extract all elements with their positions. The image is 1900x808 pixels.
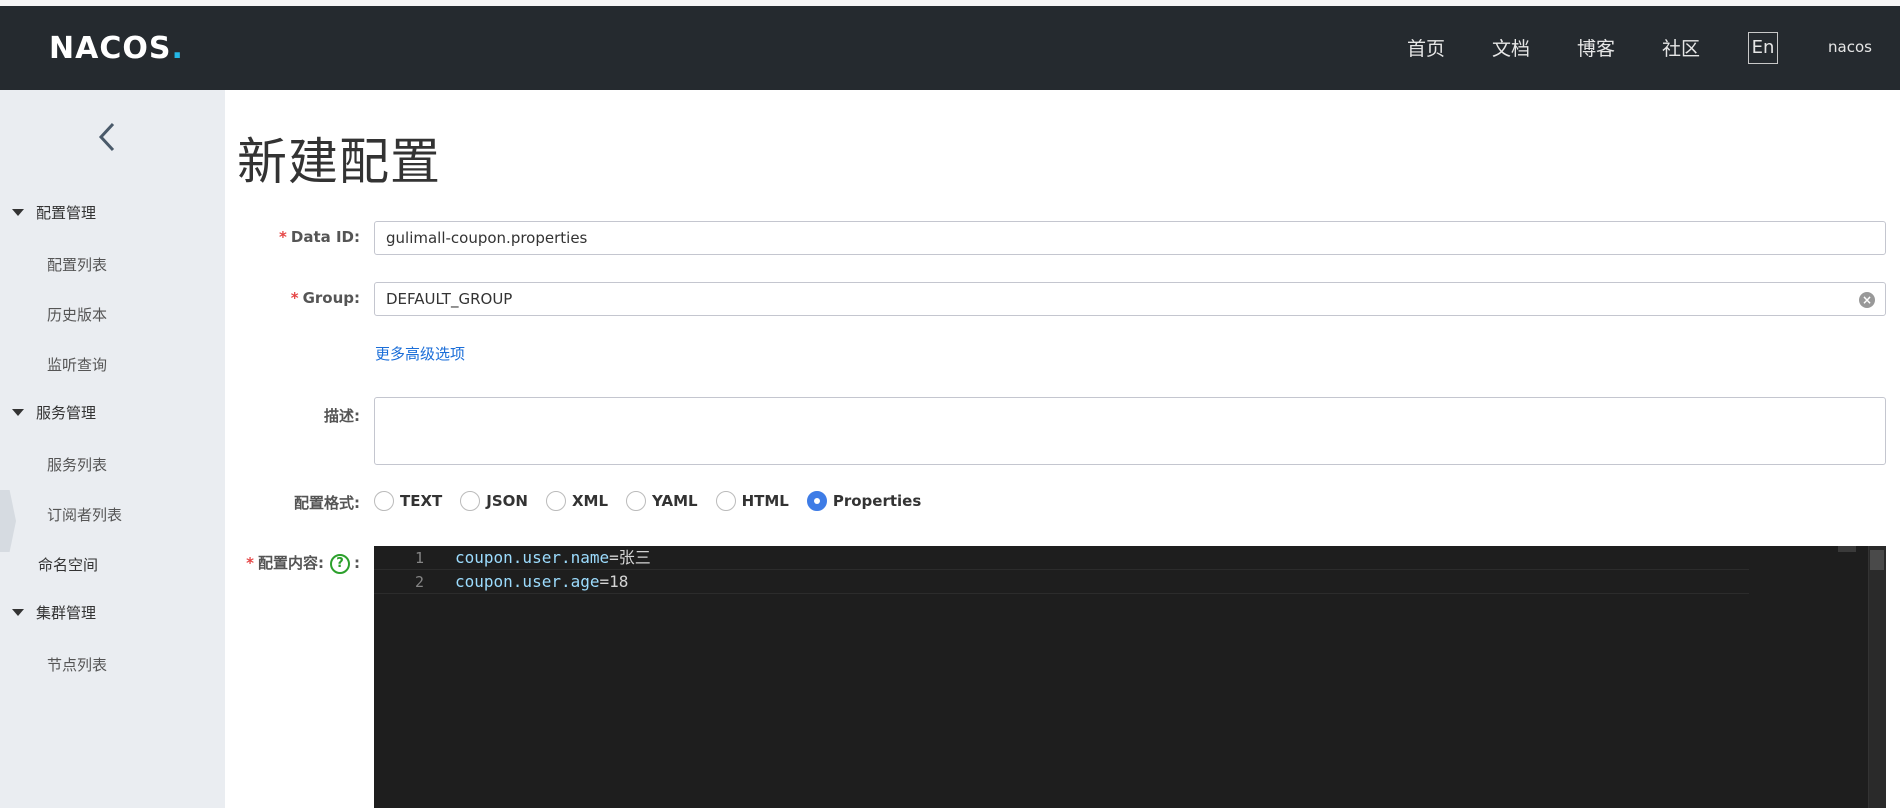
description-label: 描述:: [324, 407, 360, 425]
data-id-label-text: Data ID:: [290, 228, 360, 246]
group-input[interactable]: DEFAULT_GROUP ×: [374, 282, 1886, 316]
line-code: coupon.user.age=18: [455, 570, 628, 594]
caret-down-icon: [12, 609, 24, 616]
radio-label: HTML: [741, 492, 789, 510]
data-id-input[interactable]: gulimall-coupon.properties: [374, 221, 1886, 255]
menu-group-label: 配置管理: [36, 204, 97, 222]
content-label-text: 配置内容:: [258, 554, 324, 572]
format-radio-xml[interactable]: XML: [545, 491, 609, 511]
radio-label: TEXT: [400, 492, 443, 510]
line-code: coupon.user.name=张三: [455, 546, 651, 570]
content-label-colon: :: [354, 554, 360, 572]
format-radio-properties[interactable]: Properties: [806, 491, 922, 511]
editor-scrollbar[interactable]: [1868, 546, 1886, 808]
radio-label: YAML: [652, 492, 698, 510]
page-title: 新建配置: [237, 133, 441, 191]
required-mark: *: [279, 228, 287, 246]
header-nav: 首页 文档 博客 社区 En nacos: [0, 6, 1900, 90]
sidebar: 配置管理 配置列表 历史版本 监听查询 服务管理 服务列表 订阅者列表 命名空间…: [0, 90, 225, 808]
sidebar-item-history[interactable]: 历史版本: [47, 304, 107, 325]
format-radio-group: TEXT JSON XML YAML HTML Properties: [374, 490, 939, 512]
code-editor[interactable]: 1 coupon.user.name=张三 2 coupon.user.age=…: [374, 546, 1886, 808]
radio-label: Properties: [832, 492, 922, 510]
caret-down-icon: [12, 209, 24, 216]
format-label: 配置格式:: [294, 494, 360, 512]
radio-label: XML: [571, 492, 609, 510]
user-menu[interactable]: nacos: [1828, 38, 1872, 56]
editor-scroll-thumb[interactable]: [1870, 550, 1884, 570]
code-key: coupon.user.name: [455, 548, 610, 567]
caret-down-icon: [12, 409, 24, 416]
group-label-text: Group:: [302, 289, 360, 307]
code-value: 张三: [618, 548, 651, 567]
sidebar-item-namespace[interactable]: 命名空间: [38, 554, 98, 575]
language-switch-button[interactable]: En: [1748, 32, 1778, 64]
radio-label: JSON: [486, 492, 528, 510]
format-radio-json[interactable]: JSON: [460, 491, 528, 511]
data-id-label: * Data ID:: [279, 228, 360, 246]
menu-group-cluster[interactable]: 集群管理: [12, 602, 96, 623]
clear-icon[interactable]: ×: [1859, 292, 1875, 308]
nav-blog[interactable]: 博客: [1577, 36, 1615, 62]
sidebar-item-listener-query[interactable]: 监听查询: [47, 354, 107, 375]
format-radio-yaml[interactable]: YAML: [626, 491, 698, 511]
editor-line: 1 coupon.user.name=张三: [374, 546, 1749, 570]
code-key: coupon.user.age: [455, 572, 600, 591]
required-mark: *: [246, 554, 254, 572]
sidebar-item-node-list[interactable]: 节点列表: [47, 654, 107, 675]
line-number: 1: [414, 549, 424, 567]
radio-circle-icon: [545, 491, 566, 511]
format-radio-text[interactable]: TEXT: [374, 491, 442, 511]
help-icon[interactable]: ?: [330, 553, 350, 574]
menu-group-config[interactable]: 配置管理: [12, 202, 96, 223]
sidebar-item-subscriber-list[interactable]: 订阅者列表: [47, 504, 122, 525]
menu-group-label: 服务管理: [36, 404, 97, 422]
format-radio-html[interactable]: HTML: [715, 491, 789, 511]
sidebar-edge-tab[interactable]: [0, 490, 16, 552]
nav-home[interactable]: 首页: [1407, 36, 1445, 62]
group-label: * Group:: [291, 289, 360, 307]
radio-circle-icon: [626, 491, 647, 511]
nav-docs[interactable]: 文档: [1492, 36, 1530, 62]
content-label: * 配置内容:?:: [246, 552, 360, 574]
required-mark: *: [290, 289, 299, 307]
nav-community[interactable]: 社区: [1662, 36, 1700, 62]
sidebar-item-config-list[interactable]: 配置列表: [47, 254, 107, 275]
collapse-sidebar-icon[interactable]: [96, 120, 124, 156]
code-eq: =: [599, 572, 610, 591]
code-value: 18: [609, 572, 629, 591]
radio-circle-icon: [460, 491, 481, 511]
menu-group-service[interactable]: 服务管理: [12, 402, 96, 423]
advanced-options-link[interactable]: 更多高级选项: [375, 343, 465, 364]
radio-checked-icon: [806, 491, 827, 511]
code-eq: =: [609, 548, 619, 567]
group-input-value: DEFAULT_GROUP: [386, 290, 513, 308]
line-number: 2: [414, 573, 424, 591]
radio-circle-icon: [374, 491, 394, 511]
description-textarea[interactable]: [374, 397, 1886, 465]
editor-line: 2 coupon.user.age=18: [374, 570, 1749, 594]
radio-circle-icon: [715, 491, 736, 511]
menu-group-label: 集群管理: [36, 604, 97, 622]
sidebar-item-service-list[interactable]: 服务列表: [47, 454, 107, 475]
editor-minimap[interactable]: [1838, 546, 1856, 552]
